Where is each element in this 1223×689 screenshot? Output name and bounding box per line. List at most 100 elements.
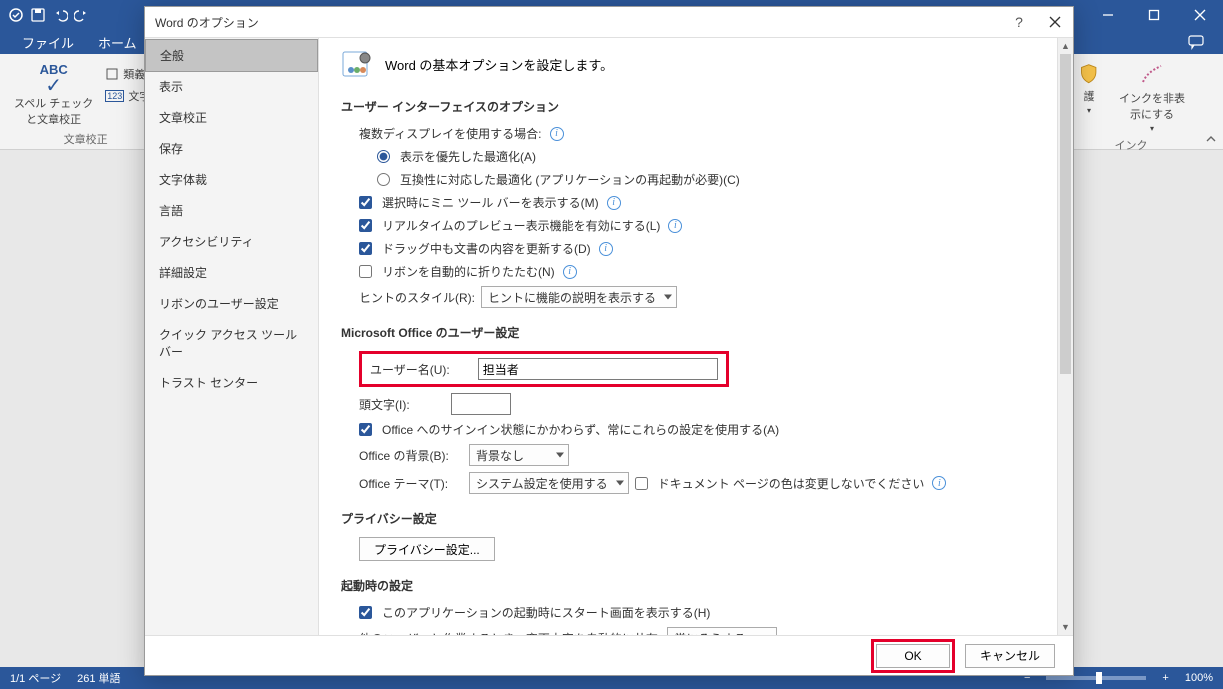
cb-always-use-settings[interactable]	[359, 423, 372, 436]
undo-icon[interactable]	[52, 7, 68, 23]
cb-theme-docpage-color-label: ドキュメント ページの色は変更しないでください	[658, 475, 925, 492]
group-ink-label: インク	[1115, 137, 1148, 153]
radio-display-optimize-label: 表示を優先した最適化(A)	[400, 148, 536, 165]
highlight-username: ユーザー名(U):	[359, 351, 729, 387]
dialog-footer: OK キャンセル	[145, 635, 1073, 675]
tab-file[interactable]: ファイル	[10, 29, 86, 56]
info-icon[interactable]: i	[563, 265, 577, 279]
multi-display-label: 複数ディスプレイを使用する場合:i	[359, 125, 1035, 142]
tab-home[interactable]: ホーム	[86, 29, 149, 56]
content-scrollbar[interactable]: ▲ ▼	[1057, 38, 1073, 635]
chevron-up-icon	[1206, 134, 1216, 144]
info-icon[interactable]: i	[550, 127, 564, 141]
book-icon	[105, 67, 119, 81]
cb-collapse-ribbon-label: リボンを自動的に折りたたむ(N)	[382, 263, 555, 280]
autosave-icon[interactable]	[8, 7, 24, 23]
share-changes-dropdown[interactable]: 常にそうする	[667, 627, 777, 635]
info-icon[interactable]: i	[668, 219, 682, 233]
word-options-dialog: Word のオプション ? 全般 表示 文章校正 保存 文字体裁 言語 アクセシ…	[144, 6, 1074, 676]
privacy-settings-button[interactable]: プライバシー設定...	[359, 537, 495, 561]
scroll-thumb[interactable]	[1060, 54, 1071, 374]
cb-drag-update[interactable]	[359, 242, 372, 255]
office-background-label: Office の背景(B):	[359, 447, 463, 464]
status-page[interactable]: 1/1 ページ	[10, 670, 61, 686]
cb-live-preview-label: リアルタイムのプレビュー表示機能を有効にする(L)	[382, 217, 660, 234]
highlight-ok: OK	[871, 639, 955, 673]
minimize-button[interactable]	[1085, 0, 1131, 30]
collapse-ribbon-button[interactable]	[1203, 131, 1219, 147]
cb-live-preview[interactable]	[359, 219, 372, 232]
cb-start-screen[interactable]	[359, 606, 372, 619]
comments-icon[interactable]	[1187, 33, 1205, 51]
section-startup: 起動時の設定	[341, 577, 1035, 594]
dialog-title-bar: Word のオプション ?	[145, 7, 1073, 37]
office-background-dropdown[interactable]: 背景なし	[469, 444, 569, 466]
hint-style-label: ヒントのスタイル(R):	[359, 289, 475, 306]
sidebar-item-typography[interactable]: 文字体裁	[145, 164, 318, 195]
cb-mini-toolbar[interactable]	[359, 196, 372, 209]
zoom-in-button[interactable]: +	[1162, 672, 1168, 684]
sidebar-item-proofing[interactable]: 文章校正	[145, 102, 318, 133]
options-header-icon	[341, 48, 373, 80]
info-icon[interactable]: i	[599, 242, 613, 256]
section-user-settings: Microsoft Office のユーザー設定	[341, 324, 1035, 341]
sidebar-item-general[interactable]: 全般	[145, 39, 318, 72]
group-proofing-label: 文章校正	[64, 131, 108, 147]
office-theme-label: Office テーマ(T):	[359, 475, 463, 492]
username-label: ユーザー名(U):	[370, 361, 450, 378]
office-theme-dropdown[interactable]: システム設定を使用する	[469, 472, 629, 494]
spell-check-label: スペル チェック と文章校正	[14, 95, 93, 127]
cb-always-use-settings-label: Office へのサインイン状態にかかわらず、常にこれらの設定を使用する(A)	[382, 421, 779, 438]
info-icon[interactable]: i	[932, 476, 946, 490]
sidebar-item-trust-center[interactable]: トラスト センター	[145, 367, 318, 398]
protect-button-partial[interactable]: 護 ▾	[1073, 58, 1105, 137]
radio-compat-optimize[interactable]	[377, 173, 390, 186]
section-ui-options: ユーザー インターフェイスのオプション	[341, 98, 1035, 115]
cb-collapse-ribbon[interactable]	[359, 265, 372, 278]
radio-display-optimize[interactable]	[377, 150, 390, 163]
sidebar-item-language[interactable]: 言語	[145, 195, 318, 226]
cancel-button[interactable]: キャンセル	[965, 644, 1055, 668]
zoom-slider[interactable]	[1046, 676, 1146, 680]
dialog-help-button[interactable]: ?	[1001, 7, 1037, 37]
dialog-close-button[interactable]	[1037, 7, 1073, 37]
spell-check-button[interactable]: ABC ✓ スペル チェック と文章校正	[10, 58, 97, 131]
share-changes-label: 他のユーザーと作業するとき、変更内容を自動的に共有:	[359, 630, 661, 636]
options-header-text: Word の基本オプションを設定します。	[385, 55, 613, 74]
status-words[interactable]: 261 単語	[77, 670, 120, 686]
options-sidebar: 全般 表示 文章校正 保存 文字体裁 言語 アクセシビリティ 詳細設定 リボンの…	[145, 38, 319, 635]
hint-style-dropdown[interactable]: ヒントに機能の説明を表示する	[481, 286, 677, 308]
window-close-button[interactable]	[1177, 0, 1223, 30]
initials-input[interactable]	[451, 393, 511, 415]
cb-drag-update-label: ドラッグ中も文書の内容を更新する(D)	[382, 240, 591, 257]
scroll-down-icon[interactable]: ▼	[1058, 619, 1073, 635]
sidebar-item-qat[interactable]: クイック アクセス ツール バー	[145, 319, 318, 367]
save-icon[interactable]	[30, 7, 46, 23]
status-zoom[interactable]: 100%	[1185, 672, 1213, 684]
maximize-button[interactable]	[1131, 0, 1177, 30]
section-privacy: プライバシー設定	[341, 510, 1035, 527]
sidebar-item-advanced[interactable]: 詳細設定	[145, 257, 318, 288]
sidebar-item-display[interactable]: 表示	[145, 71, 318, 102]
quick-access-toolbar	[8, 7, 90, 23]
scroll-up-icon[interactable]: ▲	[1058, 38, 1073, 54]
ribbon-group-right: 護 ▾ インクを非表 示にする ▾ インク	[1062, 54, 1199, 149]
hide-ink-button[interactable]: インクを非表 示にする ▾	[1115, 58, 1189, 137]
cb-mini-toolbar-label: 選択時にミニ ツール バーを表示する(M)	[382, 194, 599, 211]
info-icon[interactable]: i	[607, 196, 621, 210]
shield-icon	[1077, 62, 1101, 86]
sidebar-item-customize-ribbon[interactable]: リボンのユーザー設定	[145, 288, 318, 319]
username-input[interactable]	[478, 358, 718, 380]
radio-compat-optimize-label: 互換性に対応した最適化 (アプリケーションの再起動が必要)(C)	[400, 171, 740, 188]
check-icon: ✓	[45, 79, 62, 93]
sidebar-item-save[interactable]: 保存	[145, 133, 318, 164]
cb-start-screen-label: このアプリケーションの起動時にスタート画面を表示する(H)	[382, 604, 710, 621]
dialog-title-text: Word のオプション	[155, 14, 259, 31]
cb-theme-docpage-color[interactable]	[635, 477, 648, 490]
close-icon	[1049, 16, 1061, 28]
initials-label: 頭文字(I):	[359, 396, 445, 413]
ok-button[interactable]: OK	[876, 644, 950, 668]
sidebar-item-accessibility[interactable]: アクセシビリティ	[145, 226, 318, 257]
redo-icon[interactable]	[74, 7, 90, 23]
pen-hide-icon	[1139, 62, 1165, 88]
